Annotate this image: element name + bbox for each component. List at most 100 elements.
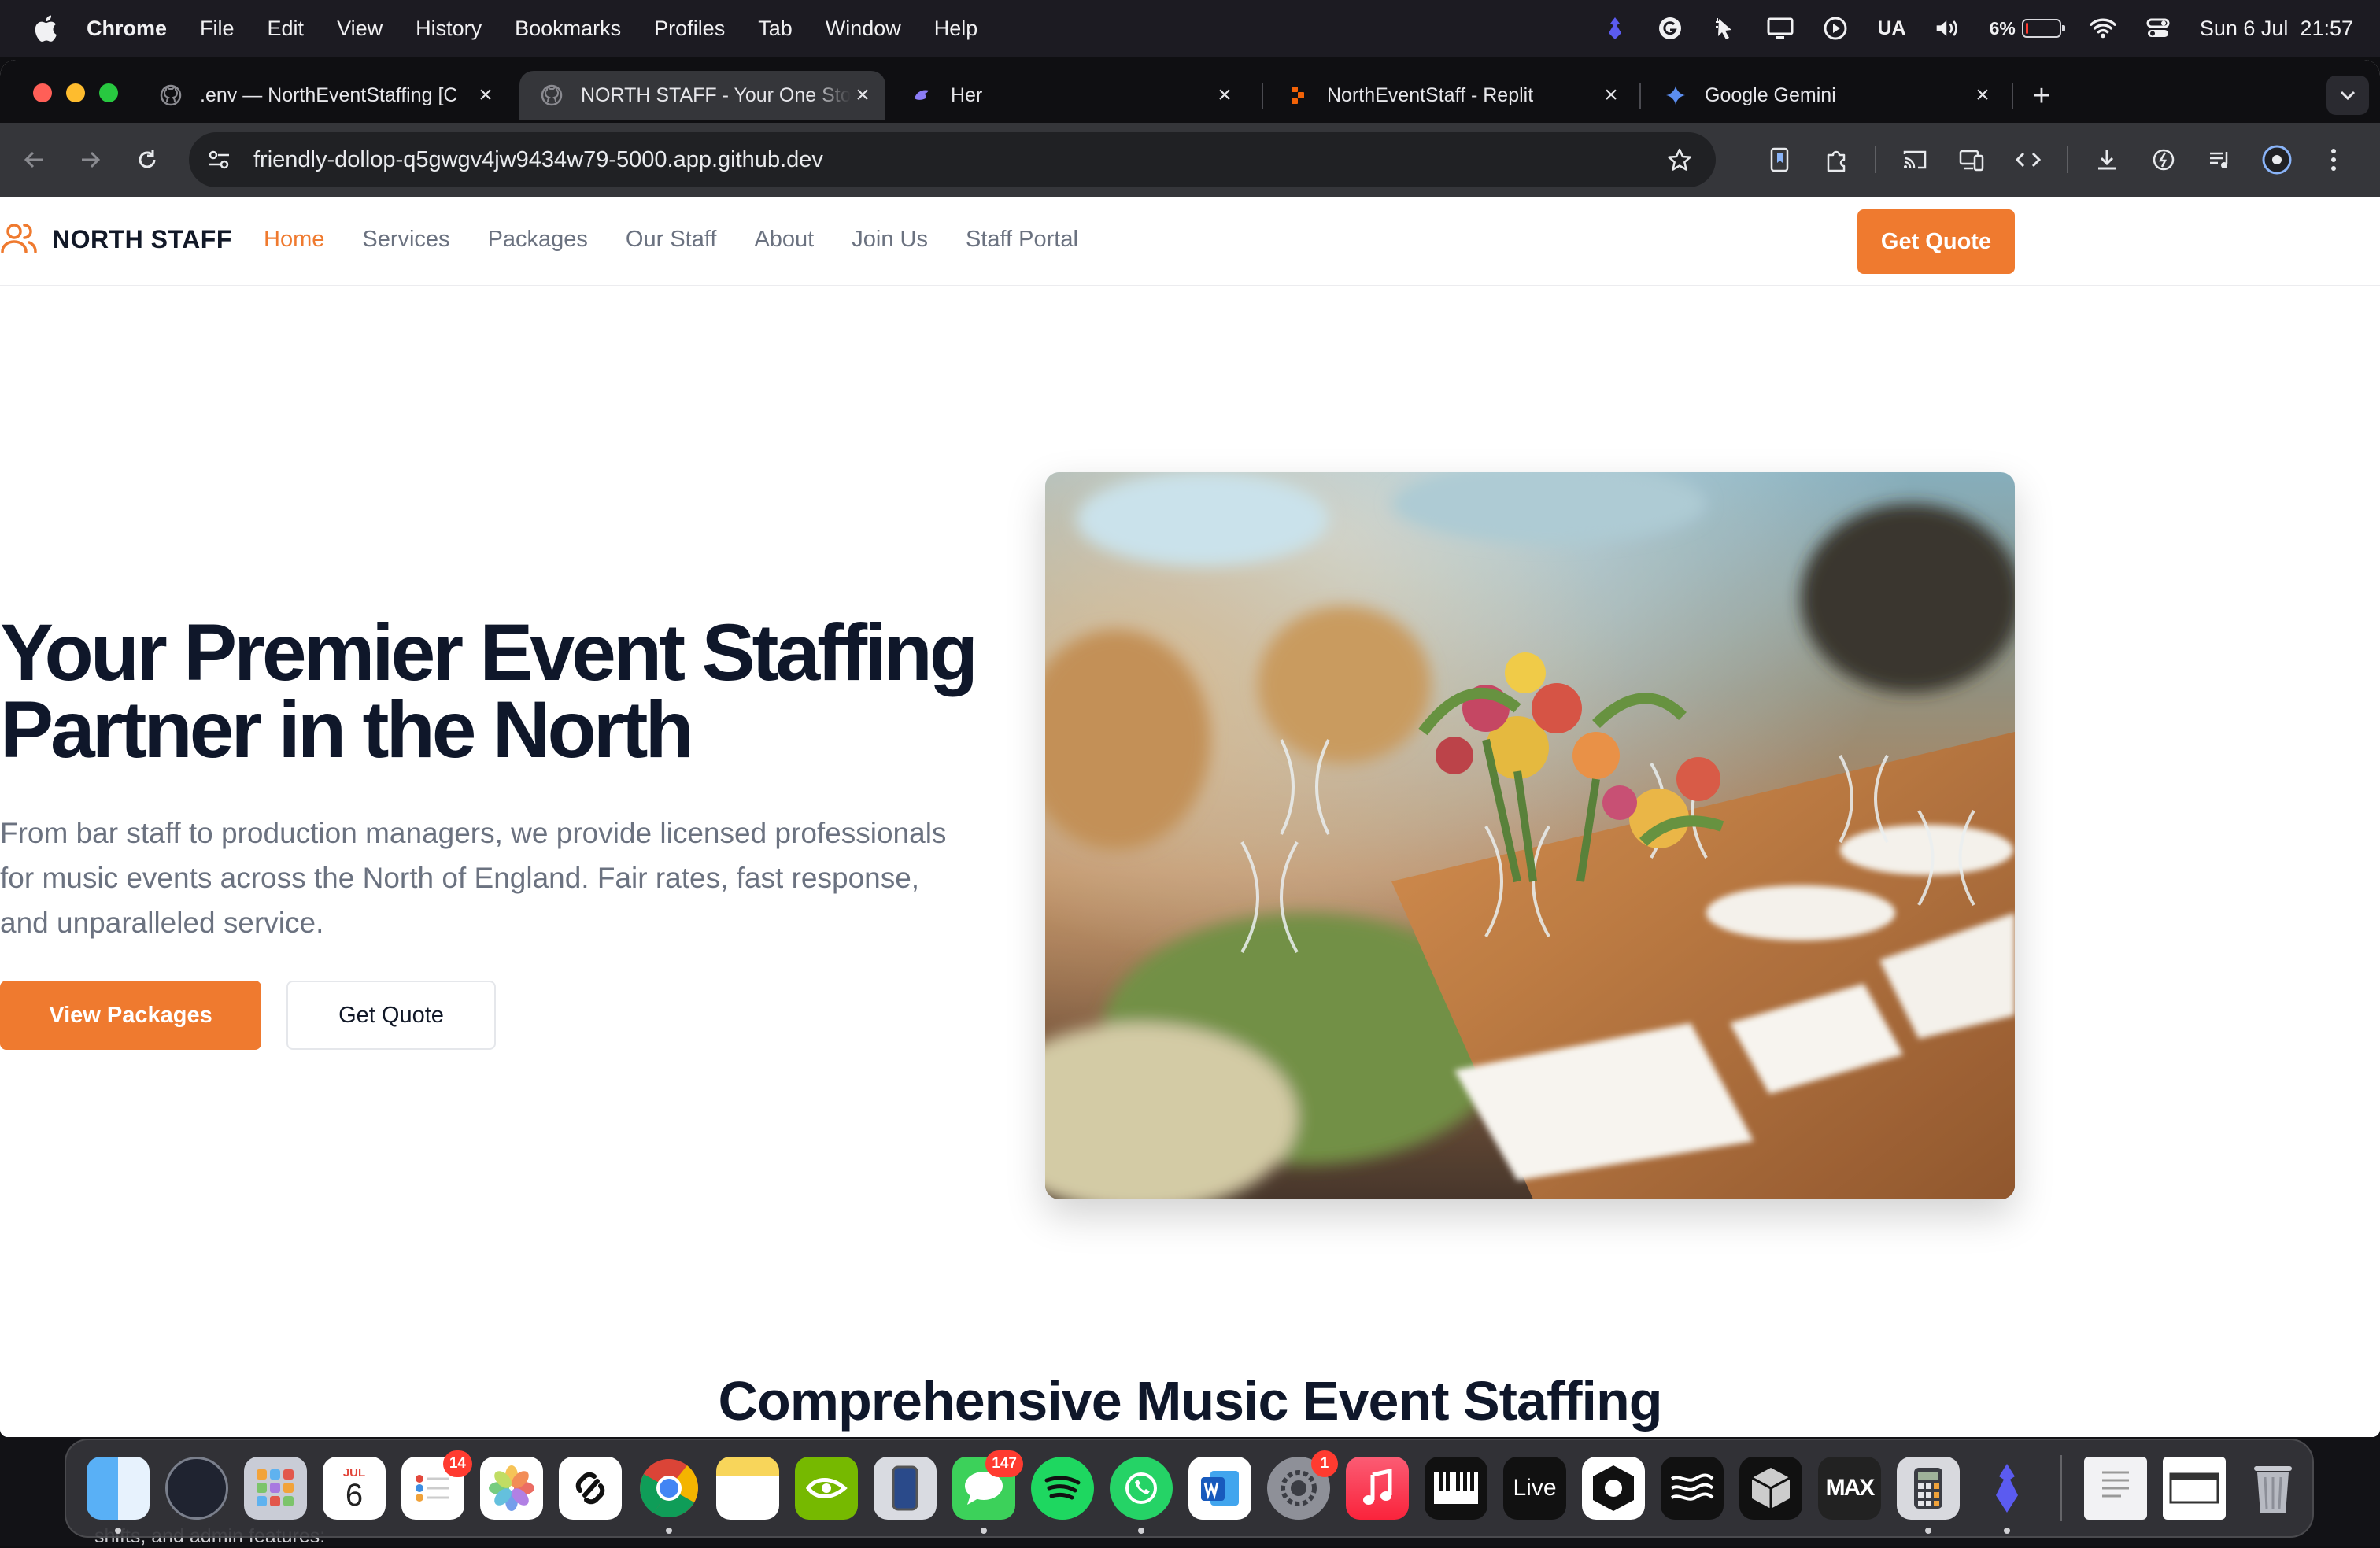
link-app-icon[interactable] <box>559 1457 622 1520</box>
tab-replit[interactable]: NorthEventStaff - Replit × <box>1266 71 1634 120</box>
nav-our-staff[interactable]: Our Staff <box>626 227 717 253</box>
notes-icon[interactable] <box>716 1457 779 1520</box>
extensions-puzzle-icon[interactable] <box>1818 142 1854 178</box>
profile-avatar[interactable] <box>2259 142 2295 178</box>
nav-home[interactable]: Home <box>264 227 324 253</box>
menu-edit[interactable]: Edit <box>268 17 305 41</box>
play-circle-icon[interactable] <box>1822 15 1849 42</box>
messages-icon[interactable]: 147 <box>952 1450 1023 1534</box>
cast-icon[interactable] <box>1897 142 1933 178</box>
waves-app-icon[interactable] <box>1661 1457 1724 1520</box>
recent-window-icon[interactable] <box>2163 1457 2226 1520</box>
photos-icon[interactable] <box>480 1457 543 1520</box>
nvidia-icon[interactable] <box>795 1457 858 1520</box>
downloads-icon[interactable] <box>2089 142 2125 178</box>
display-icon[interactable] <box>1767 15 1794 42</box>
battery-percent: 6% <box>1989 17 2016 39</box>
back-button[interactable] <box>16 142 52 178</box>
hero-get-quote-button[interactable]: Get Quote <box>286 981 496 1050</box>
iphone-mirroring-icon[interactable] <box>874 1457 937 1520</box>
launchpad-icon[interactable] <box>244 1457 307 1520</box>
pin-app-dock-icon[interactable] <box>1975 1457 2038 1534</box>
close-tab-icon[interactable]: × <box>851 82 874 108</box>
whatsapp-icon[interactable] <box>1110 1457 1173 1534</box>
new-tab-button[interactable]: + <box>2026 79 2057 113</box>
site-logo[interactable]: NORTH STAFF <box>0 220 232 258</box>
input-source-label[interactable]: UA <box>1877 17 1905 40</box>
menu-file[interactable]: File <box>200 17 235 41</box>
grammarly-icon[interactable] <box>1657 15 1683 42</box>
forward-button[interactable] <box>72 142 109 178</box>
code-brackets-icon[interactable] <box>2010 142 2046 178</box>
max-msp-icon[interactable]: MAX <box>1818 1457 1881 1520</box>
address-bar[interactable]: friendly-dollop-q5gwgv4jw9434w79-5000.ap… <box>189 132 1716 187</box>
more-options-icon[interactable] <box>2315 142 2352 178</box>
volume-icon[interactable] <box>1935 15 1961 42</box>
tab-strip: .env — NorthEventStaffing [C × NORTH STA… <box>0 60 2380 123</box>
menu-bookmarks[interactable]: Bookmarks <box>515 17 621 41</box>
nav-join-us[interactable]: Join Us <box>852 227 928 253</box>
device-toolbar-icon[interactable] <box>1953 142 1990 178</box>
close-window-button[interactable] <box>33 83 52 102</box>
close-tab-icon[interactable]: × <box>474 82 497 108</box>
tab-title: .env — NorthEventStaffing [C <box>200 83 458 106</box>
tab-north-staff[interactable]: NORTH STAFF - Your One Sto × <box>519 71 885 120</box>
pin-app-icon[interactable] <box>1602 15 1628 42</box>
close-tab-icon[interactable]: × <box>1213 82 1236 108</box>
piano-app-icon[interactable] <box>1425 1457 1488 1520</box>
tab-gemini[interactable]: Google Gemini × <box>1643 71 2005 120</box>
nav-staff-portal[interactable]: Staff Portal <box>966 227 1078 253</box>
hexagon-app-icon[interactable] <box>1582 1457 1645 1520</box>
battery-indicator[interactable]: 6% <box>1989 17 2065 39</box>
nav-services[interactable]: Services <box>362 227 449 253</box>
menu-help[interactable]: Help <box>934 17 978 41</box>
control-center-icon[interactable] <box>2145 15 2171 42</box>
calculator-icon[interactable] <box>1897 1457 1960 1534</box>
apple-menu-icon[interactable] <box>31 13 60 44</box>
menu-window[interactable]: Window <box>826 17 901 41</box>
word-icon[interactable] <box>1188 1457 1251 1520</box>
menu-history[interactable]: History <box>416 17 482 41</box>
trash-icon[interactable] <box>2241 1457 2304 1520</box>
tab-env-file[interactable]: .env — NorthEventStaffing [C × <box>139 71 508 120</box>
tab-search-button[interactable] <box>2326 76 2369 115</box>
menu-app-name[interactable]: Chrome <box>87 17 167 41</box>
zoom-window-button[interactable] <box>99 83 118 102</box>
url-text[interactable]: friendly-dollop-q5gwgv4jw9434w79-5000.ap… <box>253 147 1664 173</box>
menubar-clock[interactable]: Sun 6 Jul 21:57 <box>2200 17 2353 41</box>
minimize-window-button[interactable] <box>66 83 85 102</box>
music-icon[interactable] <box>1346 1457 1409 1520</box>
menu-view[interactable]: View <box>337 17 382 41</box>
menu-profiles[interactable]: Profiles <box>654 17 725 41</box>
calendar-icon[interactable]: JUL 6 <box>323 1457 386 1520</box>
header-get-quote-button[interactable]: Get Quote <box>1857 209 2015 274</box>
ableton-live-icon[interactable]: Live <box>1503 1457 1566 1520</box>
nav-packages[interactable]: Packages <box>488 227 588 253</box>
tab-her[interactable]: Her × <box>889 71 1247 120</box>
spotify-icon[interactable] <box>1031 1457 1094 1520</box>
reload-button[interactable] <box>129 142 165 178</box>
site-settings-icon[interactable] <box>203 144 235 175</box>
bookmark-star-icon[interactable] <box>1664 144 1695 175</box>
wifi-icon[interactable] <box>2090 15 2116 42</box>
github-icon <box>159 83 183 107</box>
reminders-icon[interactable]: 14 <box>401 1450 472 1520</box>
performance-icon[interactable] <box>2145 142 2182 178</box>
media-controls-icon[interactable] <box>2202 142 2238 178</box>
finder-icon[interactable] <box>87 1457 150 1534</box>
reminders-badge: 14 <box>442 1450 472 1477</box>
nav-about[interactable]: About <box>754 227 814 253</box>
close-tab-icon[interactable]: × <box>1971 82 1994 108</box>
cursor-app-icon[interactable] <box>1712 15 1739 42</box>
close-tab-icon[interactable]: × <box>1599 82 1623 108</box>
obs-icon[interactable] <box>165 1457 228 1520</box>
bookmark-extension-icon[interactable] <box>1761 142 1798 178</box>
chrome-icon[interactable] <box>638 1457 700 1534</box>
menu-tab[interactable]: Tab <box>758 17 793 41</box>
chevron-down-icon <box>2340 91 2356 101</box>
cube-app-icon[interactable] <box>1739 1457 1802 1520</box>
view-packages-button[interactable]: View Packages <box>0 981 261 1050</box>
tab-title: NorthEventStaff - Replit <box>1327 83 1534 106</box>
system-settings-icon[interactable]: 1 <box>1267 1450 1338 1520</box>
recent-document-icon[interactable] <box>2084 1457 2147 1520</box>
